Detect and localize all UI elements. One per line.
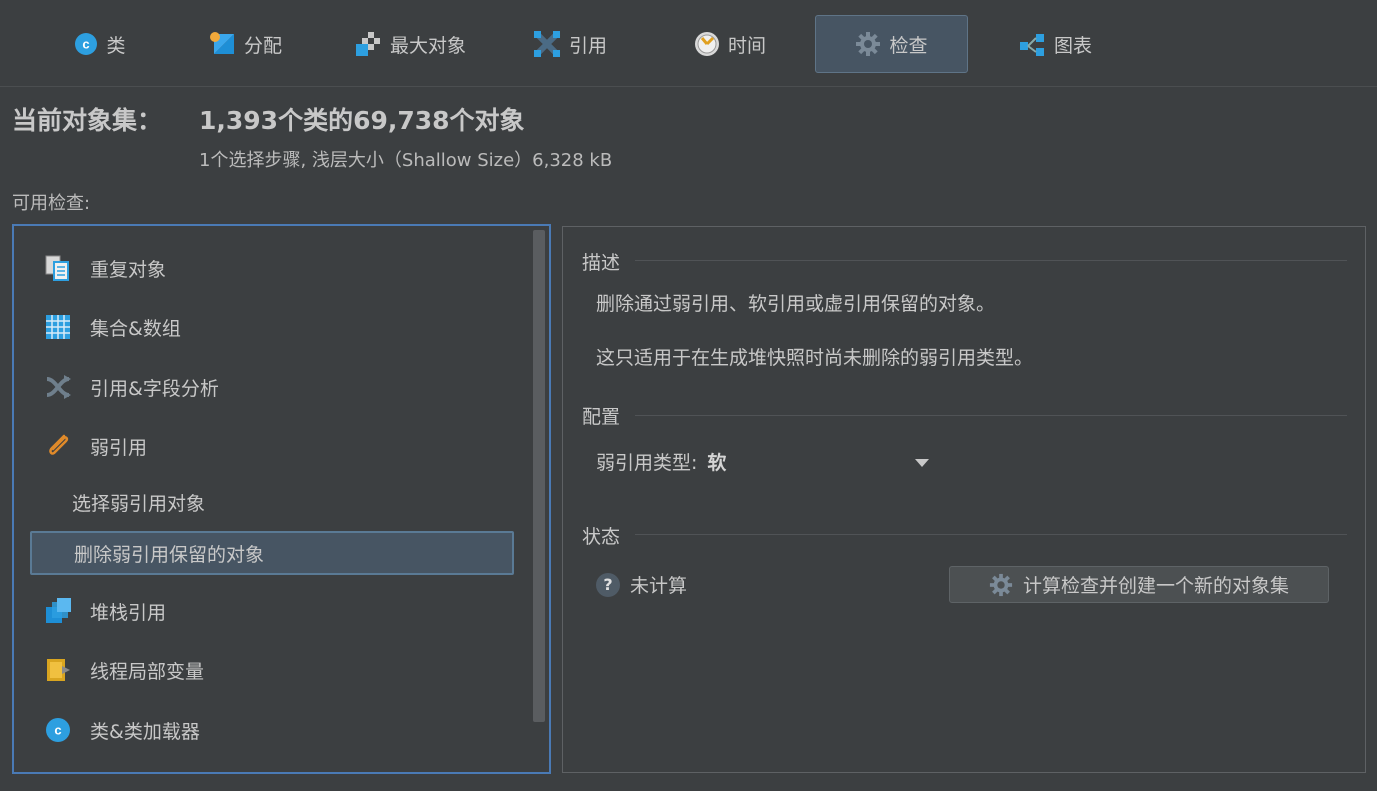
- selection-steps-info: 1个选择步骤, 浅层大小（Shallow Size）6,328 kB: [199, 150, 613, 171]
- gear-icon: [856, 32, 881, 56]
- list-item-duplicate-objects[interactable]: 重复对象: [14, 246, 166, 290]
- available-inspections-label: 可用检查:: [12, 193, 91, 214]
- list-item-collections-arrays[interactable]: 集合&数组: [14, 305, 181, 349]
- tab-label: 类: [106, 34, 126, 57]
- weak-reference-type-label: 弱引用类型:: [596, 452, 698, 474]
- tab-label: 引用: [568, 34, 607, 57]
- tab-inspections[interactable]: 检查: [815, 15, 968, 73]
- list-item-label: 集合&数组: [90, 317, 181, 340]
- divider: [635, 534, 1347, 535]
- description-line: 这只适用于在生成堆快照时尚未删除的弱引用类型。: [596, 347, 1034, 369]
- weak-reference-icon: [44, 432, 72, 460]
- list-item-weak-reference[interactable]: 弱引用: [14, 424, 147, 468]
- list-item-select-weak-objects[interactable]: 选择弱引用对象: [30, 480, 514, 524]
- tab-classes[interactable]: c 类: [40, 15, 160, 73]
- calculate-inspection-button[interactable]: 计算检查并创建一个新的对象集: [949, 566, 1329, 603]
- current-object-set-summary: 1,393个类的69,738个对象: [199, 106, 525, 135]
- tab-label: 时间: [727, 34, 766, 57]
- list-item-label: 类&类加载器: [90, 720, 200, 743]
- inspection-detail-panel: 描述 删除通过弱引用、软引用或虚引用保留的对象。 这只适用于在生成堆快照时尚未删…: [562, 226, 1366, 773]
- weak-reference-type-value[interactable]: 软: [707, 448, 726, 475]
- list-item-thread-local[interactable]: 线程局部变量: [14, 648, 204, 692]
- list-item-label: 引用&字段分析: [90, 377, 219, 400]
- list-item-stack-references[interactable]: 堆栈引用: [14, 589, 166, 633]
- chevron-down-icon[interactable]: [915, 459, 929, 467]
- tab-label: 分配: [243, 34, 282, 57]
- biggest-objects-icon: [355, 32, 380, 56]
- divider: [635, 260, 1347, 261]
- tab-label: 图表: [1053, 34, 1092, 57]
- description-line: 删除通过弱引用、软引用或虚引用保留的对象。: [596, 293, 996, 315]
- graph-icon: [1019, 34, 1044, 56]
- list-item-label: 堆栈引用: [90, 601, 167, 624]
- list-item-reference-field-analysis[interactable]: 引用&字段分析: [14, 365, 219, 409]
- divider: [635, 415, 1347, 416]
- class-icon: c: [75, 33, 98, 55]
- tab-biggest-objects[interactable]: 最大对象: [330, 15, 490, 73]
- list-item-label: 弱引用: [90, 436, 148, 459]
- list-item-label: 线程局部变量: [90, 660, 205, 683]
- reference-field-analysis-icon: [44, 373, 72, 401]
- current-object-set-label: 当前对象集：: [12, 106, 163, 135]
- tab-label: 检查: [889, 34, 928, 57]
- status-text: 未计算: [630, 575, 688, 597]
- config-section-title: 配置: [582, 406, 621, 428]
- thread-local-icon: [44, 656, 72, 684]
- gear-icon: [989, 573, 1013, 596]
- svg-text:c: c: [83, 37, 90, 52]
- svg-text:c: c: [54, 723, 61, 738]
- status-row: ? 未计算: [596, 571, 687, 598]
- list-item-label: 重复对象: [90, 258, 167, 281]
- collections-arrays-icon: [44, 313, 72, 341]
- weak-reference-type-row: 弱引用类型: 软: [596, 448, 726, 475]
- view-tab-bar: c 类 分配 最大对象 引用 时间 检查 图表: [0, 0, 1377, 87]
- references-icon: [533, 30, 561, 58]
- question-icon: ?: [596, 572, 620, 597]
- status-section-title: 状态: [582, 526, 621, 548]
- description-section-title: 描述: [582, 252, 621, 274]
- list-item-remove-weak-retained[interactable]: 删除弱引用保留的对象: [30, 531, 514, 575]
- tab-references[interactable]: 引用: [505, 15, 635, 73]
- tab-allocations[interactable]: 分配: [180, 15, 310, 73]
- time-icon: [694, 32, 719, 56]
- tab-label: 最大对象: [389, 34, 466, 57]
- duplicate-objects-icon: [44, 254, 72, 282]
- calculate-button-label: 计算检查并创建一个新的对象集: [1022, 575, 1289, 597]
- class-loader-icon: c: [44, 716, 72, 744]
- tab-time[interactable]: 时间: [660, 15, 800, 73]
- list-scrollbar-thumb[interactable]: [533, 230, 545, 722]
- list-item-class-loader[interactable]: c 类&类加载器: [14, 708, 200, 752]
- stack-references-icon: [44, 597, 72, 625]
- allocation-icon: [209, 32, 234, 54]
- list-item-label: 删除弱引用保留的对象: [74, 543, 265, 566]
- tab-graph[interactable]: 图表: [990, 15, 1120, 73]
- list-item-label: 选择弱引用对象: [72, 492, 206, 515]
- inspection-list[interactable]: 重复对象 集合&数组 引用&字段分析 弱引用 选择弱引用对象 删除弱引用保留的对…: [12, 224, 551, 774]
